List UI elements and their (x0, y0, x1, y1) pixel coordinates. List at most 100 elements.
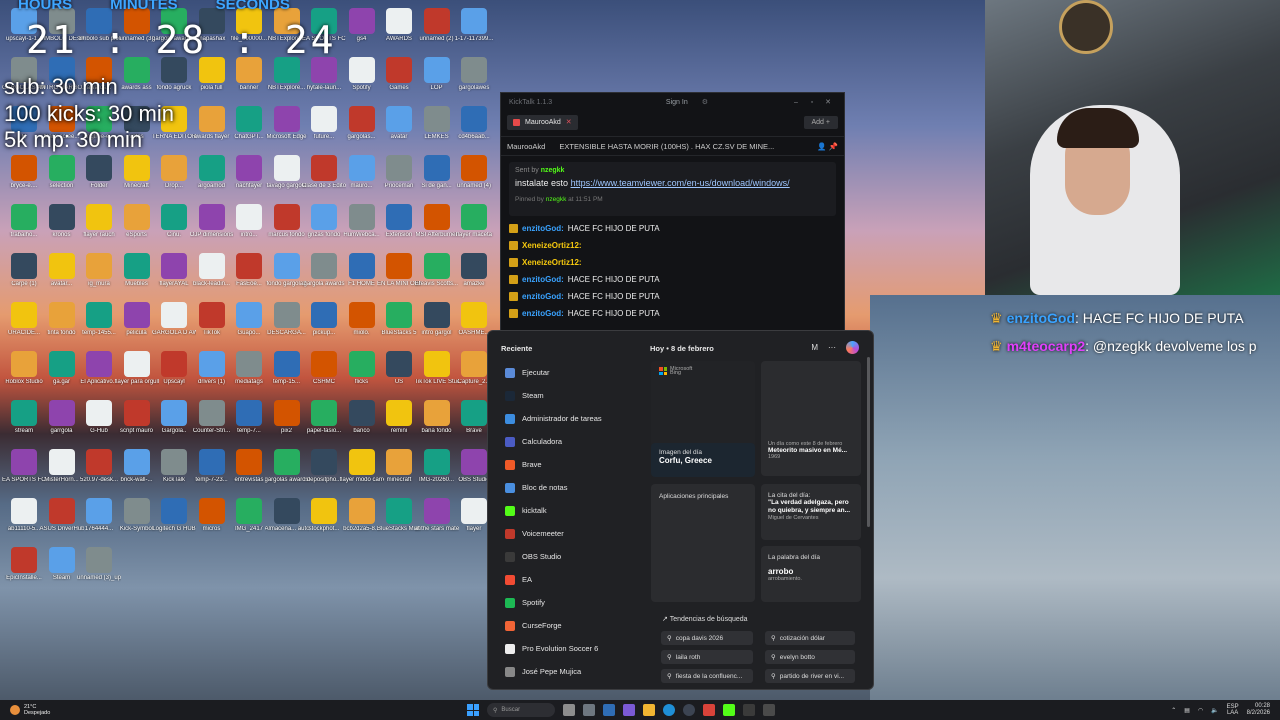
chat-username[interactable]: enzitoGod: (522, 224, 564, 233)
minimize-button[interactable]: – (788, 99, 804, 106)
on-this-day-card[interactable]: Un día como este 8 de febrero Meteorito … (761, 361, 861, 476)
file-icon (123, 302, 150, 328)
windows-start-icon[interactable] (467, 704, 479, 716)
file-icon (236, 302, 262, 328)
app-icon[interactable] (703, 704, 715, 716)
desktop-icon[interactable]: amazke (452, 253, 496, 299)
trend-pill[interactable]: ⚲ copa davis 2026 (661, 631, 753, 645)
file-icon (11, 547, 37, 573)
account-avatar[interactable]: M (811, 343, 818, 352)
start-app-item[interactable]: OBS Studio (505, 545, 645, 568)
app-icon[interactable] (623, 704, 635, 716)
obs-icon[interactable] (683, 704, 695, 716)
file-icon (311, 106, 337, 132)
trend-pill[interactable]: ⚲ cotización dólar (765, 631, 855, 645)
start-app-label: Ejecutar (522, 368, 550, 377)
trend-pill[interactable]: ⚲ fiesta de la confluenc... (661, 669, 753, 683)
close-button[interactable]: ✕ (820, 98, 836, 106)
volume-icon[interactable]: 🔈 (1211, 707, 1218, 714)
image-of-day-card[interactable]: Imagen del día Corfu, Greece (651, 443, 755, 477)
trend-pill[interactable]: ⚲ evelyn botto (765, 650, 855, 664)
chat-username[interactable]: enzitoGod: (522, 275, 564, 284)
desktop-icon-label: gargolawes (458, 85, 490, 91)
weather-widget[interactable]: 21°C Despejado (0, 704, 50, 716)
file-icon (48, 253, 75, 279)
start-app-item[interactable]: CurseForge (505, 614, 645, 637)
start-app-item[interactable]: José Pepe Mujica (505, 660, 645, 683)
file-icon (198, 351, 225, 377)
file-icon (348, 57, 375, 83)
start-app-item[interactable]: Administrador de tareas (505, 407, 645, 430)
desktop-icon[interactable]: 1-17-117399... (452, 8, 496, 54)
app-icon (505, 413, 515, 424)
language-indicator[interactable]: ESP LAA (1227, 704, 1239, 716)
wifi-icon[interactable]: ◠ (1198, 707, 1203, 714)
start-app-item[interactable]: Bloc de notas (505, 476, 645, 499)
badge-icon (509, 241, 518, 250)
timer-value: 21 : 28 : 24 (26, 18, 337, 62)
start-app-item[interactable]: Calculadora (505, 430, 645, 453)
chat-username[interactable]: enzitoGod: (522, 292, 564, 301)
word-of-day-card[interactable]: La palabra del día arrobo arrobamiento. (761, 546, 861, 602)
sign-in-button[interactable]: Sign In (666, 99, 688, 106)
clock[interactable]: 00:28 8/2/2026 (1247, 703, 1270, 717)
start-app-item[interactable]: Ejecutar (505, 361, 645, 384)
top-apps-card[interactable]: Aplicaciones principales (651, 484, 755, 602)
file-explorer-icon[interactable] (643, 704, 655, 716)
app-icon[interactable] (763, 704, 775, 716)
taskbar-search[interactable]: ⚲ Buscar (487, 703, 555, 717)
channel-header: MaurooAkd EXTENSIBLE HASTA MORIR (100HS)… (501, 136, 844, 156)
file-icon (161, 253, 187, 279)
close-tab-icon[interactable]: ✕ (566, 118, 572, 126)
start-app-item[interactable]: Spotify (505, 591, 645, 614)
timer-label-seconds: SECONDS (215, 0, 290, 13)
chat-username[interactable]: enzitoGod: (522, 309, 564, 318)
start-app-label: Voicemeeter (522, 529, 564, 538)
desktop-icon[interactable]: cd4b6aab... (452, 106, 496, 152)
file-icon (48, 302, 75, 328)
start-app-item[interactable]: kicktalk (505, 499, 645, 522)
file-icon (48, 351, 75, 377)
maximize-button[interactable]: ▫ (804, 99, 820, 106)
timer-labels: HOURS MINUTES SECONDS (18, 0, 290, 13)
kicktalk-titlebar: KickTalk 1.1.3 Sign In ⚙ – ▫ ✕ (501, 93, 844, 111)
start-app-label: Steam (522, 391, 544, 400)
file-icon (11, 400, 37, 426)
start-app-item[interactable]: Brave (505, 453, 645, 476)
badge-icon (509, 275, 518, 284)
pin-icon[interactable]: 👤 📌 (817, 142, 838, 151)
add-tab-button[interactable]: Add + (803, 115, 838, 129)
start-menu-scrollbar[interactable] (867, 357, 870, 527)
settings-icon[interactable]: ⚙ (702, 98, 708, 106)
file-icon (386, 498, 412, 524)
desktop-icon[interactable]: unnamed (3)_upscayl_... (77, 547, 121, 593)
trend-pill[interactable]: ⚲ laila roth (661, 650, 753, 664)
start-app-item[interactable]: EA (505, 568, 645, 591)
file-icon[interactable] (603, 704, 615, 716)
edge-icon[interactable] (663, 704, 675, 716)
pinned-link[interactable]: https://www.teamviewer.com/en-us/downloa… (571, 178, 790, 188)
desktop-icon[interactable]: unnamed (4) (452, 155, 496, 201)
trend-pill[interactable]: ⚲ partido de river en vi... (765, 669, 855, 683)
desktop-icon[interactable]: gargolawes (452, 57, 496, 103)
start-app-item[interactable]: Voicemeeter (505, 522, 645, 545)
chat-username[interactable]: XeneizeOrtiz12: (522, 258, 582, 267)
file-icon (311, 155, 337, 181)
chat-username[interactable]: XeneizeOrtiz12: (522, 241, 582, 250)
more-options-icon[interactable]: ··· (828, 343, 836, 352)
chat-tab[interactable]: MaurooAkd ✕ (507, 114, 578, 130)
app-icon[interactable] (583, 704, 595, 716)
ea-icon[interactable] (743, 704, 755, 716)
start-app-item[interactable]: Pro Evolution Soccer 6 (505, 637, 645, 660)
kicktalk-icon[interactable] (723, 704, 735, 716)
goal-kicks: 100 kicks: 30 min (4, 101, 174, 126)
start-app-item[interactable]: Steam (505, 384, 645, 407)
file-icon (311, 400, 337, 426)
quote-card[interactable]: La cita del día: "La verdad adelgaza, pe… (761, 484, 861, 540)
network-icon[interactable]: ▤ (1184, 707, 1190, 714)
task-view-icon[interactable] (563, 704, 575, 716)
copilot-icon[interactable] (846, 341, 859, 354)
chevron-up-icon[interactable]: ⌃ (1171, 707, 1176, 714)
desktop-icon[interactable]: flayer maceta (452, 204, 496, 250)
file-icon (386, 106, 412, 132)
